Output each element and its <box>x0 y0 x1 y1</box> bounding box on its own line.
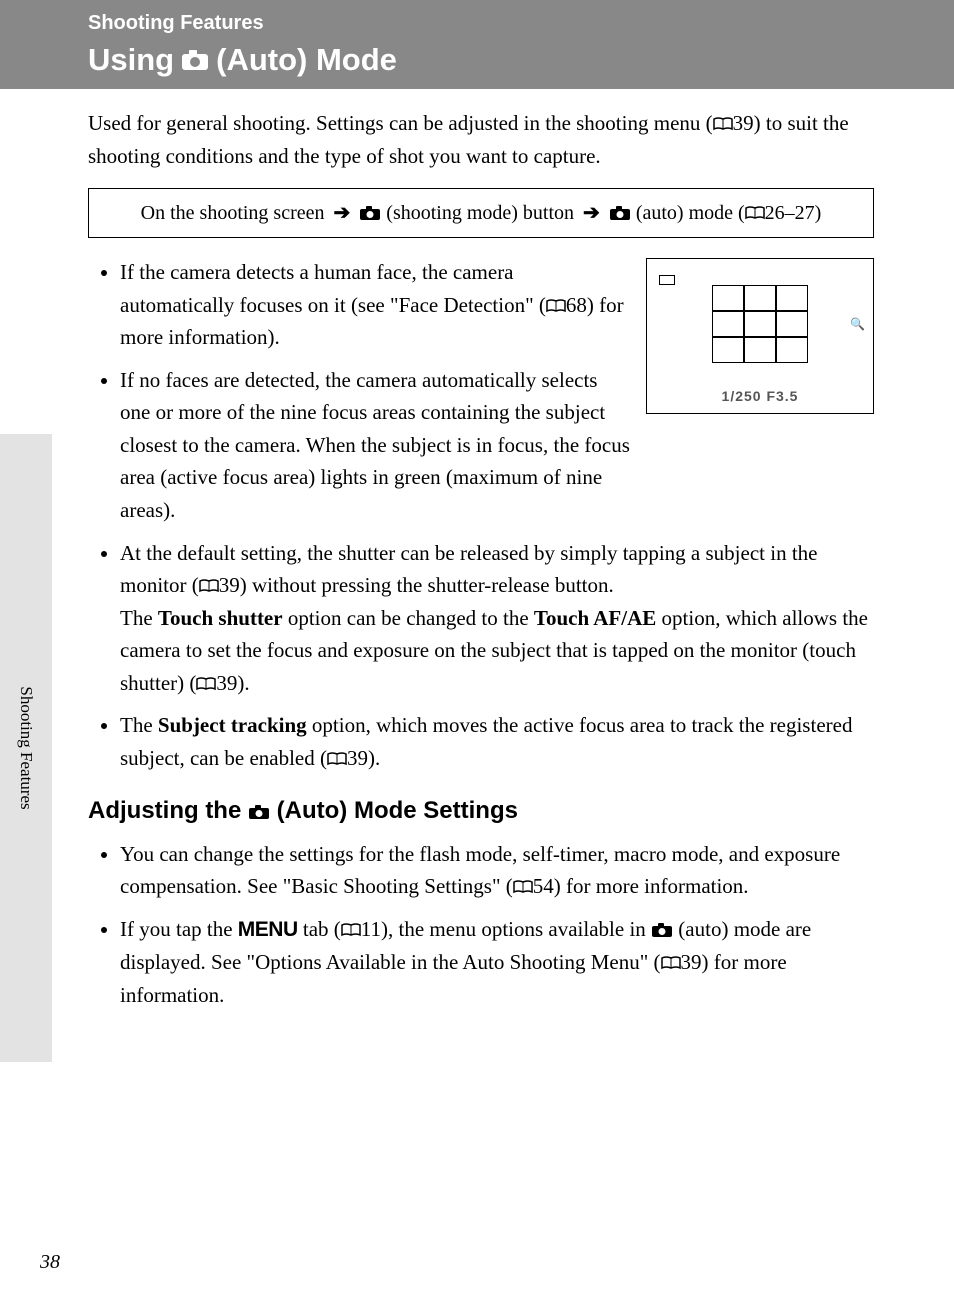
viewfinder-figure: 🔍 1/250 F3.5 <box>646 258 874 414</box>
bullet-basic-settings: You can change the settings for the flas… <box>120 838 874 903</box>
page-title: Using (Auto) Mode <box>0 39 954 89</box>
camera-icon <box>180 49 210 71</box>
book-icon <box>341 914 361 928</box>
book-icon <box>196 668 216 682</box>
nav-text-3: (auto) mode ( <box>636 202 745 224</box>
camera-icon <box>609 201 631 217</box>
arrow-icon: ➔ <box>583 199 600 227</box>
book-icon <box>661 947 681 961</box>
manual-page: Shooting Features Using (Auto) Mode Used… <box>0 0 954 1314</box>
text: 39). <box>347 746 380 770</box>
nav-text-2: (shooting mode) button <box>386 202 579 224</box>
intro-text-1: Used for general shooting. Settings can … <box>88 111 713 135</box>
text: 39) without pressing the shutter-release… <box>219 573 614 597</box>
book-icon <box>745 200 765 214</box>
book-icon <box>513 871 533 885</box>
menu-label: MENU <box>238 918 298 941</box>
zoom-icon: 🔍 <box>850 315 865 334</box>
book-icon <box>199 570 219 584</box>
bullet-touch-shutter: At the default setting, the shutter can … <box>120 537 874 700</box>
page-content: Used for general shooting. Settings can … <box>0 89 954 1011</box>
nav-ref: 26–27) <box>765 202 822 224</box>
book-icon <box>713 108 733 122</box>
bold-touch-shutter: Touch shutter <box>158 606 283 630</box>
camera-icon <box>248 794 270 810</box>
sub-heading: Adjusting the (Auto) Mode Settings <box>88 792 874 829</box>
text: If you tap the <box>120 917 238 941</box>
bullet-nine-areas: If no faces are detected, the camera aut… <box>120 364 630 527</box>
bullets-group-2: At the default setting, the shutter can … <box>88 537 874 775</box>
bold-subject-tracking: Subject tracking <box>158 713 307 737</box>
battery-icon <box>659 275 675 285</box>
bold-touch-afae: Touch AF/AE <box>534 606 656 630</box>
camera-icon <box>651 915 673 931</box>
navigation-box: On the shooting screen ➔ (shooting mode)… <box>88 188 874 238</box>
page-header: Shooting Features Using (Auto) Mode <box>0 0 954 89</box>
text: The <box>120 713 158 737</box>
title-suffix: (Auto) Mode <box>216 43 397 77</box>
intro-paragraph: Used for general shooting. Settings can … <box>88 107 874 172</box>
nav-text-1: On the shooting screen <box>141 202 330 224</box>
subheading-pre: Adjusting the <box>88 797 248 824</box>
page-number: 38 <box>40 1251 60 1274</box>
subheading-post: (Auto) Mode Settings <box>270 797 518 824</box>
text: option can be changed to the <box>283 606 534 630</box>
viewfinder-readout: 1/250 F3.5 <box>647 386 873 408</box>
bullets-with-figure: If the camera detects a human face, the … <box>88 256 874 536</box>
text: 54) for more information. <box>533 874 749 898</box>
camera-icon <box>359 201 381 217</box>
book-icon <box>546 290 566 304</box>
bullets-group-1: If the camera detects a human face, the … <box>88 256 630 536</box>
bullets-group-3: You can change the settings for the flas… <box>88 838 874 1012</box>
focus-grid <box>712 285 808 363</box>
book-icon <box>327 743 347 757</box>
bullet-subject-tracking: The Subject tracking option, which moves… <box>120 709 874 774</box>
section-heading: Shooting Features <box>0 0 954 39</box>
text: 39). <box>216 671 249 695</box>
side-tab-label: Shooting Features <box>16 686 36 809</box>
text: 11), the menu options available in <box>361 917 651 941</box>
bullet-menu-tab: If you tap the MENU tab ( 11), the menu o… <box>120 913 874 1012</box>
side-tab: Shooting Features <box>0 434 52 1062</box>
title-prefix: Using <box>88 43 174 77</box>
arrow-icon: ➔ <box>334 199 351 227</box>
bullet-text: If the camera detects a human face, the … <box>120 260 546 317</box>
text: The <box>120 606 158 630</box>
text: tab ( <box>298 917 341 941</box>
bullet-face-detect: If the camera detects a human face, the … <box>120 256 630 354</box>
